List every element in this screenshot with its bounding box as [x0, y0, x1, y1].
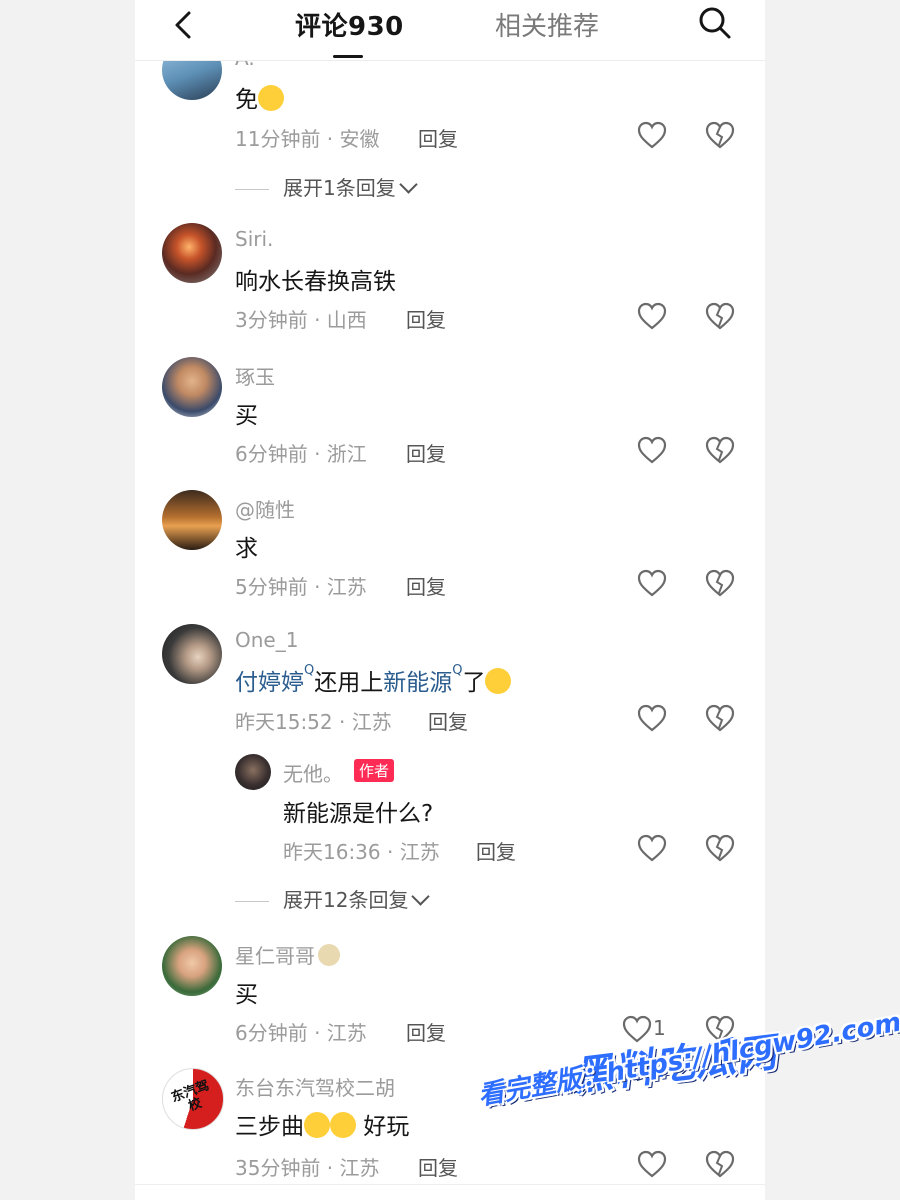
- avatar[interactable]: 东汽驾校: [162, 1068, 224, 1130]
- expand-replies[interactable]: 展开1条回复: [235, 172, 418, 201]
- user-badge-icon: [318, 944, 340, 966]
- laughing-emoji-icon: [304, 1112, 330, 1138]
- mention-link[interactable]: 付婷婷: [235, 670, 304, 696]
- tab-comments[interactable]: 评论930: [295, 6, 404, 43]
- comment-username[interactable]: Siri.: [235, 227, 273, 251]
- comment-meta: 6分钟前 · 江苏: [235, 1021, 367, 1045]
- reply-button[interactable]: 回复: [476, 836, 516, 865]
- chevron-down-icon: [399, 175, 418, 194]
- avatar[interactable]: [162, 936, 222, 996]
- comment-text: 付婷婷𝖰还用上新能源𝖰了: [235, 663, 512, 697]
- broken-heart-icon[interactable]: [705, 569, 735, 597]
- avatar[interactable]: [162, 357, 222, 417]
- comment-text: 买: [235, 982, 258, 1008]
- comment-text: 求: [235, 536, 258, 562]
- heart-icon[interactable]: [637, 569, 667, 597]
- reply-text: 新能源是什么?: [283, 801, 434, 827]
- comment-meta: 35分钟前 · 江苏: [235, 1156, 380, 1180]
- reply-button[interactable]: 回复: [418, 123, 458, 152]
- heart-icon[interactable]: [637, 704, 667, 732]
- reply-button[interactable]: 回复: [418, 1152, 458, 1181]
- expand-replies[interactable]: 展开12条回复: [235, 884, 431, 913]
- avatar[interactable]: [162, 624, 222, 684]
- reply-button[interactable]: 回复: [428, 706, 468, 735]
- comments-header: 评论930 相关推荐: [135, 0, 765, 61]
- search-tag-icon: 𝖰: [452, 663, 463, 678]
- broken-heart-icon[interactable]: [705, 834, 735, 862]
- crying-laughing-emoji-icon: [485, 668, 512, 694]
- comment-text: 买: [235, 403, 258, 429]
- avatar[interactable]: [162, 490, 222, 550]
- heart-icon[interactable]: [637, 436, 667, 464]
- divider: [235, 901, 269, 902]
- tab-active-indicator: [333, 55, 363, 58]
- heart-icon[interactable]: [637, 1150, 667, 1178]
- comment-username[interactable]: 星仁哥哥: [235, 940, 340, 969]
- comment-text: 响水长春换高铁: [235, 269, 396, 295]
- comment-meta: 昨天15:52 · 江苏: [235, 710, 392, 734]
- comment-text: 免: [235, 80, 284, 114]
- search-tag-icon: 𝖰: [304, 663, 315, 678]
- avatar-text: 东汽驾校: [169, 1078, 212, 1115]
- laughing-emoji-icon: [330, 1112, 356, 1138]
- comment-text: 三步曲 好玩: [235, 1112, 410, 1140]
- back-arrow-icon[interactable]: [169, 10, 199, 40]
- heart-icon[interactable]: [637, 834, 667, 862]
- reply-button[interactable]: 回复: [406, 304, 446, 333]
- reply-username[interactable]: 无他。: [283, 758, 343, 787]
- avatar[interactable]: [235, 754, 271, 790]
- mention-link[interactable]: 新能源: [383, 670, 452, 696]
- heart-icon[interactable]: [637, 121, 667, 149]
- comment-username[interactable]: 琢玉: [235, 361, 275, 390]
- heart-icon[interactable]: [637, 302, 667, 330]
- reply-button[interactable]: 回复: [406, 1017, 446, 1046]
- reply-meta: 昨天16:36 · 江苏: [283, 840, 440, 864]
- comment-username[interactable]: @随性: [235, 494, 295, 523]
- broken-heart-icon[interactable]: [705, 302, 735, 330]
- chevron-down-icon: [411, 887, 431, 906]
- comments-panel: 评论930 相关推荐 A. 免 11分钟前 · 安徽 回复 展开1条回复 Sir…: [135, 0, 765, 1200]
- bottom-input-bar[interactable]: [135, 1184, 765, 1200]
- reply-button[interactable]: 回复: [406, 438, 446, 467]
- tab-recommended[interactable]: 相关推荐: [495, 6, 599, 43]
- comment-meta: 5分钟前 · 江苏: [235, 575, 367, 599]
- broken-heart-icon[interactable]: [705, 436, 735, 464]
- avatar[interactable]: [162, 223, 222, 283]
- reply-button[interactable]: 回复: [406, 571, 446, 600]
- grinning-emoji-icon: [258, 85, 284, 111]
- comment-username[interactable]: 东台东汽驾校二胡: [235, 1072, 395, 1101]
- broken-heart-icon[interactable]: [705, 121, 735, 149]
- comment-meta: 11分钟前 · 安徽: [235, 127, 380, 151]
- broken-heart-icon[interactable]: [705, 704, 735, 732]
- comment-username[interactable]: One_1: [235, 628, 298, 652]
- comment-meta: 3分钟前 · 山西: [235, 308, 367, 332]
- divider: [235, 189, 269, 190]
- comment-meta: 6分钟前 · 浙江: [235, 442, 367, 466]
- search-icon[interactable]: [697, 5, 733, 41]
- author-badge: 作者: [354, 759, 395, 782]
- broken-heart-icon[interactable]: [705, 1150, 735, 1178]
